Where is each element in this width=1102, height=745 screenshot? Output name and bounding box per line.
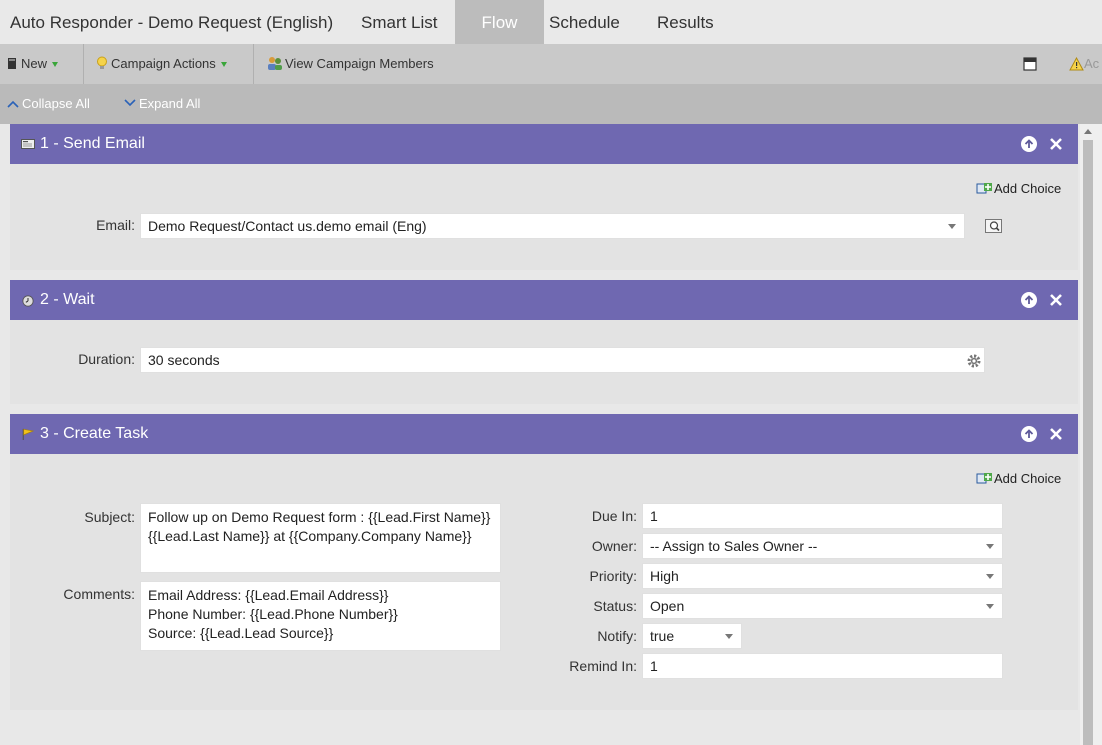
comments-line: Email Address: {{Lead.Email Address}} bbox=[148, 587, 389, 603]
preview-icon[interactable] bbox=[985, 219, 1002, 233]
comments-field[interactable]: Email Address: {{Lead.Email Address}} Ph… bbox=[140, 581, 501, 651]
gear-icon[interactable] bbox=[966, 353, 982, 369]
expand-all-button[interactable]: Expand All bbox=[124, 84, 200, 124]
step-header[interactable]: 1 - Send Email bbox=[10, 124, 1078, 164]
close-icon[interactable] bbox=[1048, 426, 1064, 442]
email-label: Email: bbox=[96, 217, 135, 233]
add-choice-button[interactable]: Add Choice bbox=[976, 471, 1061, 486]
toolbar-divider bbox=[83, 44, 84, 84]
flow-step-send-email: 1 - Send Email Add Choice Email: Demo Re… bbox=[10, 124, 1078, 270]
owner-label: Owner: bbox=[591, 538, 637, 554]
subject-field[interactable]: Follow up on Demo Request form : {{Lead.… bbox=[140, 503, 501, 573]
flag-icon bbox=[22, 428, 35, 440]
email-icon bbox=[21, 139, 35, 149]
new-caret-icon bbox=[52, 62, 59, 68]
notify-label: Notify: bbox=[597, 628, 637, 644]
tab-results[interactable]: Results bbox=[657, 0, 714, 44]
add-choice-label: Add Choice bbox=[994, 181, 1062, 196]
view-campaign-members-label: View Campaign Members bbox=[285, 56, 434, 71]
lightbulb-icon bbox=[97, 56, 107, 69]
remind-in-field[interactable]: 1 bbox=[642, 653, 1003, 679]
new-label: New bbox=[21, 56, 48, 71]
window-icon[interactable] bbox=[1023, 44, 1037, 84]
priority-select[interactable]: High bbox=[642, 563, 1003, 589]
flow-step-create-task: 3 - Create Task Add Choice Subject: Foll… bbox=[10, 414, 1078, 710]
warning-icon bbox=[1069, 56, 1084, 71]
toolbar: New Campaign Actions View Campaign Membe… bbox=[0, 44, 1102, 85]
flow-step-wait: 2 - Wait Duration: 30 seconds bbox=[10, 280, 1078, 404]
campaign-actions-button[interactable]: Campaign Actions bbox=[96, 44, 227, 84]
priority-label: Priority: bbox=[589, 568, 637, 584]
step-title: 3 - Create Task bbox=[40, 425, 149, 442]
tab-flow[interactable]: Flow bbox=[455, 0, 544, 44]
tab-smart-list[interactable]: Smart List bbox=[361, 0, 438, 44]
campaign-actions-label: Campaign Actions bbox=[111, 56, 216, 71]
comments-line: Source: {{Lead.Lead Source}} bbox=[148, 625, 334, 641]
collapse-bar: Collapse All Expand All bbox=[0, 84, 1102, 124]
comments-line: Phone Number: {{Lead.Phone Number}} bbox=[148, 606, 398, 622]
notify-select[interactable]: true bbox=[642, 623, 742, 649]
comments-label: Comments: bbox=[63, 586, 135, 602]
close-icon[interactable] bbox=[1048, 292, 1064, 308]
scrollbar-thumb[interactable] bbox=[1083, 140, 1093, 745]
chevron-up-icon bbox=[7, 100, 19, 108]
email-select[interactable]: Demo Request/Contact us.demo email (Eng) bbox=[140, 213, 965, 239]
chevron-down-icon bbox=[986, 574, 994, 579]
vertical-scrollbar[interactable] bbox=[1080, 124, 1102, 745]
move-up-icon[interactable] bbox=[1021, 426, 1037, 442]
step-header[interactable]: 3 - Create Task bbox=[10, 414, 1078, 454]
campaign-actions-caret-icon bbox=[220, 62, 227, 68]
collapse-all-button[interactable]: Collapse All bbox=[7, 84, 90, 124]
close-icon[interactable] bbox=[1048, 136, 1064, 152]
remind-in-value: 1 bbox=[650, 658, 658, 674]
collapse-all-label: Collapse All bbox=[22, 96, 90, 111]
add-choice-icon bbox=[976, 183, 992, 194]
subject-label: Subject: bbox=[84, 509, 135, 525]
chevron-down-icon bbox=[124, 99, 136, 107]
toolbar-divider bbox=[253, 44, 254, 84]
new-icon bbox=[8, 58, 16, 69]
chevron-down-icon bbox=[986, 604, 994, 609]
view-campaign-members-button[interactable]: View Campaign Members bbox=[266, 44, 434, 84]
duration-value: 30 seconds bbox=[148, 352, 220, 368]
chevron-down-icon bbox=[725, 634, 733, 639]
duration-field[interactable]: 30 seconds bbox=[140, 347, 985, 373]
add-choice-icon bbox=[976, 473, 992, 484]
add-choice-label: Add Choice bbox=[994, 471, 1062, 486]
tab-schedule[interactable]: Schedule bbox=[549, 0, 620, 44]
alert-button[interactable]: Ac bbox=[1069, 44, 1099, 84]
step-header[interactable]: 2 - Wait bbox=[10, 280, 1078, 320]
notify-value: true bbox=[650, 628, 675, 644]
step-title: 1 - Send Email bbox=[40, 135, 145, 152]
chevron-down-icon bbox=[986, 544, 994, 549]
expand-all-label: Expand All bbox=[139, 96, 201, 111]
chevron-down-icon bbox=[948, 224, 956, 229]
duration-label: Duration: bbox=[78, 351, 135, 367]
owner-value: -- Assign to Sales Owner -- bbox=[650, 538, 818, 554]
owner-select[interactable]: -- Assign to Sales Owner -- bbox=[642, 533, 1003, 559]
move-up-icon[interactable] bbox=[1021, 136, 1037, 152]
status-select[interactable]: Open bbox=[642, 593, 1003, 619]
due-in-label: Due In: bbox=[591, 508, 637, 524]
alert-label: Ac bbox=[1084, 56, 1100, 71]
move-up-icon[interactable] bbox=[1021, 292, 1037, 308]
scroll-up-arrow-icon[interactable] bbox=[1084, 129, 1092, 134]
remind-in-label: Remind In: bbox=[569, 658, 637, 674]
status-value: Open bbox=[650, 598, 685, 614]
campaign-title: Auto Responder - Demo Request (English) bbox=[10, 13, 334, 32]
due-in-value: 1 bbox=[650, 508, 658, 524]
email-select-value: Demo Request/Contact us.demo email (Eng) bbox=[148, 218, 427, 234]
due-in-field[interactable]: 1 bbox=[642, 503, 1003, 529]
step-title: 2 - Wait bbox=[40, 291, 95, 308]
clock-icon bbox=[22, 295, 34, 307]
new-menu-button[interactable]: New bbox=[7, 44, 59, 84]
priority-value: High bbox=[650, 568, 679, 584]
flow-canvas: 1 - Send Email Add Choice Email: Demo Re… bbox=[0, 124, 1080, 745]
status-label: Status: bbox=[593, 598, 637, 614]
people-icon bbox=[268, 57, 282, 70]
add-choice-button[interactable]: Add Choice bbox=[976, 181, 1061, 196]
tab-bar: Auto Responder - Demo Request (English) … bbox=[0, 0, 1102, 45]
